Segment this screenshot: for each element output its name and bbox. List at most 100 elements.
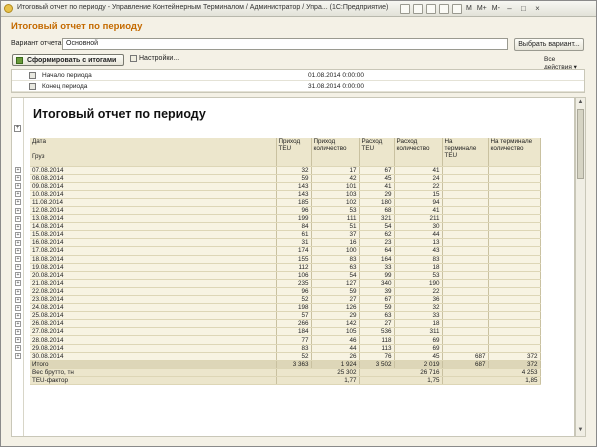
expand-row-icon[interactable]: + [15,337,21,344]
memory-m-button[interactable]: M [465,5,473,12]
param-value[interactable]: 31.08.2014 0:00:00 [308,83,364,90]
value-cell: 164 [359,255,395,264]
param-value[interactable]: 01.08.2014 0:00:00 [308,72,364,79]
value-cell [442,327,489,337]
scroll-down-icon[interactable]: ▼ [577,427,584,435]
expand-all-icon[interactable]: + [14,125,21,132]
param-row-end[interactable]: Конец периода 31.08.2014 0:00:00 [12,81,584,92]
expand-row-icon[interactable]: + [15,353,21,360]
value-cell [442,182,489,191]
maximize-icon[interactable]: □ [518,4,529,14]
expand-row-icon[interactable]: + [15,288,21,295]
table-row[interactable]: 20.08.2014 106 54 99 53 [30,271,541,280]
value-cell: 199 [276,214,312,224]
table-row[interactable]: 22.08.2014 96 59 39 22 [30,287,541,297]
table-row[interactable]: 25.08.2014 57 29 63 33 [30,311,541,321]
table-row[interactable]: 29.08.2014 83 44 113 69 [30,344,541,353]
generate-button[interactable]: Сформировать с итогами [12,54,124,66]
variant-input[interactable]: Основной [62,38,508,50]
value-cell: 45 [394,352,443,361]
expand-row-icon[interactable]: + [15,345,21,352]
table-row[interactable]: 14.08.2014 84 51 54 30 [30,222,541,232]
expand-row-icon[interactable]: + [15,215,21,222]
preview-icon[interactable] [426,3,436,14]
table-row[interactable]: 16.08.2014 31 16 23 13 [30,238,541,248]
table-row[interactable]: 09.08.2014 143 101 41 22 [30,182,541,191]
scroll-up-icon[interactable]: ▲ [577,99,584,107]
expand-row-icon[interactable]: + [15,329,21,335]
table-row[interactable]: 18.08.2014 155 83 164 83 [30,255,541,264]
value-cell [488,238,541,248]
table-row[interactable]: 15.08.2014 61 37 62 44 [30,230,541,240]
scrollbar-thumb[interactable] [577,109,584,179]
expand-row-icon[interactable]: + [15,175,21,182]
table-row[interactable]: 26.08.2014 266 142 27 18 [30,319,541,329]
expand-row-icon[interactable]: + [15,280,21,287]
expand-row-icon[interactable]: + [15,296,21,303]
table-row[interactable]: 07.08.2014 32 17 67 41 [30,166,541,175]
expand-row-icon[interactable]: + [15,223,21,230]
table-row[interactable]: 27.08.2014 184 105 536 311 [30,327,541,337]
table-row[interactable]: 10.08.2014 143 103 29 15 [30,190,541,199]
table-row[interactable]: 13.08.2014 199 111 321 211 [30,214,541,224]
value-cell: 126 [311,303,360,313]
expand-row-icon[interactable]: + [15,207,21,214]
total-value: 372 [488,360,541,369]
expand-row-icon[interactable]: + [15,239,21,246]
expand-row-icon[interactable]: + [15,231,21,238]
total-value: 687 [442,360,489,369]
expand-row-icon[interactable]: + [15,264,21,271]
table-row[interactable]: 08.08.2014 59 42 45 24 [30,174,541,183]
value-cell [442,271,489,280]
expand-row-icon[interactable]: + [15,272,21,279]
value-cell: 43 [394,246,443,256]
memory-minus-button[interactable]: M- [491,5,501,12]
app-logo-icon [4,4,13,13]
print-icon[interactable] [413,3,423,14]
value-cell: 41 [394,166,443,175]
param-row-start[interactable]: Начало периода 01.08.2014 0:00:00 [12,70,584,81]
close-icon[interactable]: × [532,4,543,14]
report-spreadsheet[interactable]: + Итоговый отчет по периоду Дата Груз Пр… [11,97,575,437]
minimize-icon[interactable]: – [504,4,515,14]
date-cell: 16.08.2014 [30,238,277,248]
teu-factor-row: TEU-фактор 1,77 1,75 1,85 [30,376,541,386]
expand-row-icon[interactable]: + [15,191,21,198]
table-row[interactable]: 28.08.2014 77 46 118 69 [30,335,541,345]
calendar-icon[interactable] [439,3,449,14]
expand-row-icon[interactable]: + [15,183,21,190]
memory-plus-button[interactable]: M+ [476,5,488,12]
expand-row-icon[interactable]: + [15,248,21,254]
table-row[interactable]: 12.08.2014 96 53 68 41 [30,206,541,216]
table-row[interactable]: 24.08.2014 198 126 59 32 [30,303,541,313]
table-row[interactable]: 21.08.2014 235 127 340 190 [30,279,541,288]
value-cell: 27 [359,319,395,329]
expand-row-icon[interactable]: + [15,167,21,173]
table-row[interactable]: 17.08.2014 174 100 64 43 [30,246,541,256]
value-cell: 13 [394,238,443,248]
select-variant-button[interactable]: Выбрать вариант... [514,38,584,51]
expand-row-icon[interactable]: + [15,304,21,311]
value-cell: 59 [359,303,395,313]
expand-row-icon[interactable]: + [15,312,21,319]
calculator-icon[interactable] [452,3,462,14]
table-row[interactable]: 19.08.2014 112 63 33 18 [30,263,541,272]
value-cell: 44 [311,344,360,353]
expand-row-icon[interactable]: + [15,320,21,327]
expand-row-icon[interactable]: + [15,256,21,263]
save-icon[interactable] [400,3,410,14]
table-row[interactable]: 30.08.2014 52 26 76 45 687 372 [30,352,541,361]
date-cell: 28.08.2014 [30,335,277,345]
table-row[interactable]: 11.08.2014 185 102 180 94 [30,198,541,207]
table-row[interactable]: 23.08.2014 52 27 67 36 [30,295,541,305]
value-cell: 102 [311,198,360,207]
column-header: Приход TEU [276,138,312,167]
value-cell: 63 [359,311,395,321]
vertical-scrollbar[interactable]: ▲ ▼ [575,97,586,437]
expand-row-icon[interactable]: + [15,199,21,206]
value-cell [488,271,541,280]
value-cell: 211 [394,214,443,224]
date-cell: 24.08.2014 [30,303,277,313]
settings-button[interactable]: Настройки... [130,55,179,62]
value-cell: 76 [359,352,395,361]
